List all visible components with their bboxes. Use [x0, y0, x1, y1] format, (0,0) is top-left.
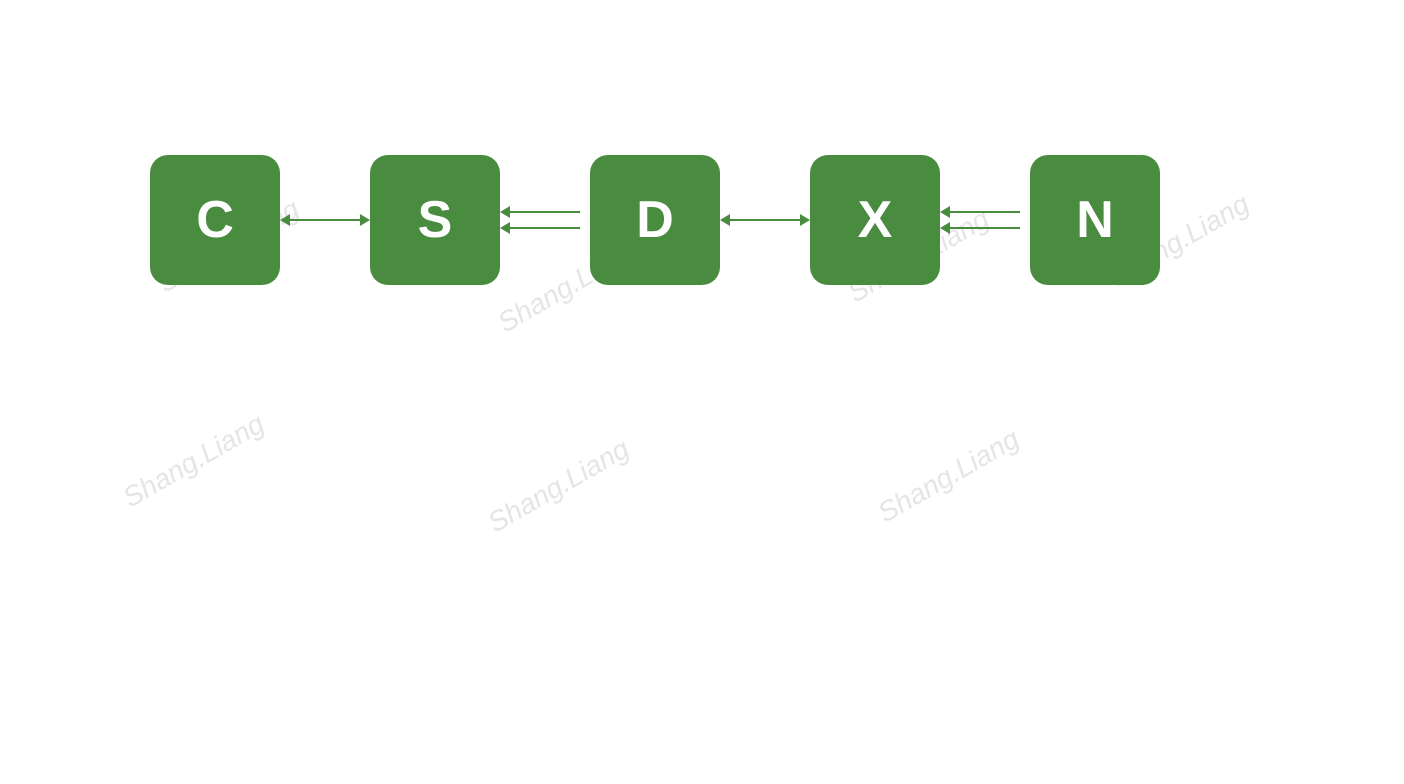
arrow-x-n-top [940, 206, 1030, 218]
arrowhead-left [940, 206, 950, 218]
arrow-c-s [280, 214, 370, 226]
arrow-d-x-row [720, 214, 810, 226]
arrow-c-s-top [280, 214, 370, 226]
arrow-s-d [500, 206, 590, 234]
node-x[interactable]: X [810, 155, 940, 285]
node-x-label: X [858, 190, 893, 250]
arrow-x-n [940, 206, 1030, 234]
arrow-line [950, 211, 1020, 213]
arrowhead-left [500, 222, 510, 234]
arrow-line [510, 227, 580, 229]
arrowhead-right [360, 214, 370, 226]
arrow-line [730, 219, 800, 221]
node-n[interactable]: N [1030, 155, 1160, 285]
node-c-label: C [196, 190, 234, 250]
arrowhead-left [940, 222, 950, 234]
watermark-7: Shang.Liang [873, 423, 1025, 529]
node-n-label: N [1076, 190, 1114, 250]
arrowhead-left [720, 214, 730, 226]
diagram-container: C S D [150, 155, 1160, 285]
watermark-6: Shang.Liang [483, 433, 635, 539]
arrow-s-d-top [500, 206, 590, 218]
node-d[interactable]: D [590, 155, 720, 285]
node-c[interactable]: C [150, 155, 280, 285]
arrowhead-left [500, 206, 510, 218]
node-s[interactable]: S [370, 155, 500, 285]
arrow-d-x [720, 214, 810, 226]
arrow-s-d-bottom [500, 222, 590, 234]
arrowhead-right [800, 214, 810, 226]
node-s-label: S [418, 190, 453, 250]
arrow-line [510, 211, 580, 213]
arrow-line [950, 227, 1020, 229]
arrowhead-left [280, 214, 290, 226]
arrow-line [290, 219, 360, 221]
watermark-5: Shang.Liang [118, 408, 270, 514]
node-d-label: D [636, 190, 674, 250]
arrow-x-n-bottom [940, 222, 1030, 234]
